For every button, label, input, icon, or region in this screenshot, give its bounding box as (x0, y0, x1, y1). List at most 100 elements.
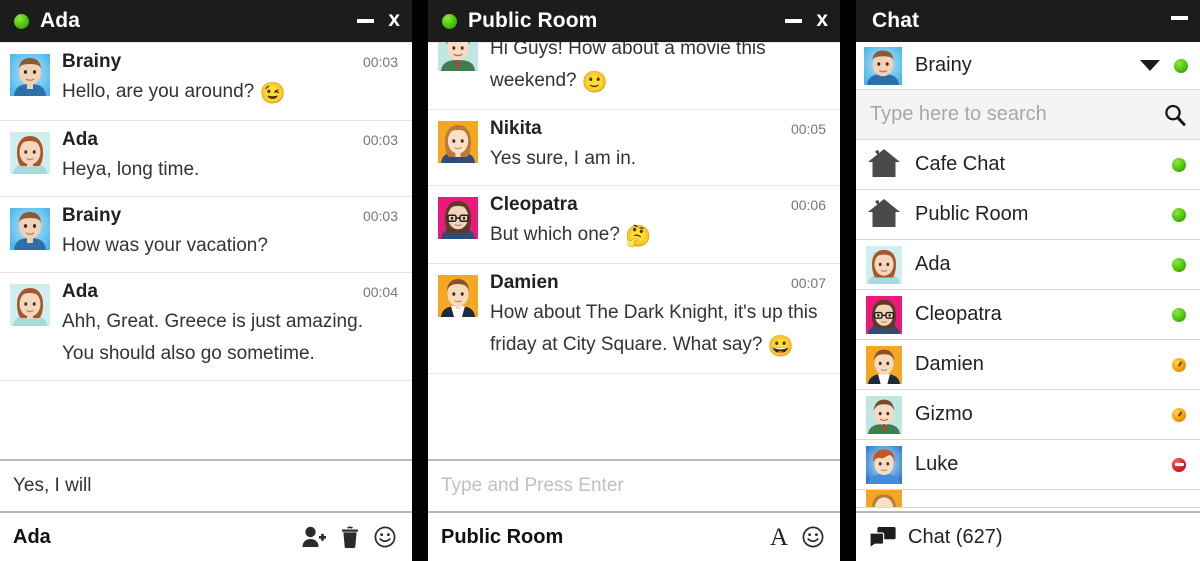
contact-item-partial[interactable] (856, 490, 1200, 508)
contact-name: Cafe Chat (915, 153, 1006, 175)
avatar-damien (866, 345, 902, 384)
contacts-footer-label: Chat (627) (908, 525, 1003, 548)
status-dot-away-icon (1172, 407, 1186, 422)
emoji-grin-icon: 😀 (767, 335, 794, 358)
status-dot-online-icon (1172, 257, 1186, 272)
window-footer-public-room: Public Room A (428, 511, 840, 561)
avatar-nikita (866, 490, 902, 507)
window-chat-ada: Ada x Brainy 00:03 Hello, are you around… (0, 0, 412, 561)
contact-item-cafe-chat[interactable]: Cafe Chat (856, 140, 1200, 190)
message-list-ada[interactable]: Brainy 00:03 Hello, are you around? 😉 Ad… (0, 42, 412, 459)
close-button[interactable]: x (388, 9, 400, 30)
message-list-public-room[interactable]: Hi Guys! How about a movie this weekend?… (428, 42, 840, 459)
contact-item-luke[interactable]: Luke (856, 440, 1200, 490)
contact-item-gizmo[interactable]: Gizmo (856, 390, 1200, 440)
message-sender: Brainy (62, 51, 122, 72)
footer-conversation-name: Ada (13, 525, 51, 548)
message-text: Heya, long time. (62, 159, 200, 180)
message-text: Hello, are you around? 😉 (62, 81, 286, 105)
contact-item-public-room[interactable]: Public Room (856, 190, 1200, 240)
room-icon (866, 146, 902, 184)
message-item: Nikita 00:05 Yes sure, I am in. (428, 110, 840, 186)
minimize-button[interactable] (357, 19, 375, 23)
contact-name: Cleopatra (915, 303, 1002, 325)
contact-name: Ada (915, 253, 951, 275)
current-user-name: Brainy (915, 54, 972, 76)
avatar-brainy (864, 46, 902, 85)
chat-app-stage: Ada x Brainy 00:03 Hello, are you around… (0, 0, 1200, 561)
message-item: Brainy 00:03 Hello, are you around? 😉 (0, 42, 412, 121)
smiley-icon[interactable] (374, 526, 396, 548)
message-sender: Damien (490, 272, 559, 293)
message-text: How about The Dark Knight, it's up this … (490, 302, 818, 358)
message-sender: Nikita (490, 118, 542, 139)
message-sender: Ada (62, 129, 98, 150)
window-title: Chat (872, 9, 920, 32)
chevron-down-icon[interactable] (1140, 60, 1160, 71)
avatar-damien (438, 275, 478, 317)
message-text: But which one? 🤔 (490, 224, 652, 248)
contact-item-damien[interactable]: Damien (856, 340, 1200, 390)
smiley-icon[interactable] (802, 526, 824, 548)
status-dot-icon (442, 13, 457, 29)
message-sender: Brainy (62, 205, 122, 226)
window-public-room: Public Room x Hi Guys! How about a movie… (428, 0, 840, 561)
emoji-thinking-icon: 🤔 (625, 225, 652, 248)
message-sender: Ada (62, 281, 98, 302)
avatar-ada (10, 284, 50, 326)
avatar-brainy (10, 208, 50, 250)
titlebar-public-room: Public Room x (428, 0, 840, 42)
contact-item-cleopatra[interactable]: Cleopatra (856, 290, 1200, 340)
search-icon[interactable] (1163, 103, 1187, 127)
status-dot-busy-icon (1172, 457, 1186, 472)
avatar-gizmo (866, 395, 902, 434)
compose-input-public-room[interactable]: Type and Press Enter (428, 459, 840, 511)
current-user-row[interactable]: Brainy (856, 42, 1200, 90)
message-text: How was your vacation? (62, 235, 268, 256)
status-dot-icon (14, 13, 29, 29)
contacts-footer[interactable]: Chat (627) (856, 511, 1200, 561)
status-dot-online-icon (1172, 207, 1186, 222)
contact-name: Damien (915, 353, 984, 375)
message-time: 00:03 (362, 54, 398, 70)
titlebar-contacts: Chat (856, 0, 1200, 42)
trash-icon[interactable] (340, 526, 360, 548)
message-item: Damien 00:07 How about The Dark Knight, … (428, 264, 840, 374)
contact-name: Luke (915, 453, 959, 475)
message-time: 00:03 (362, 208, 398, 224)
status-dot-away-icon (1172, 357, 1186, 372)
avatar-ada (866, 245, 902, 284)
window-contacts: Chat Brainy Type here to search Cafe Cha… (856, 0, 1200, 561)
message-item: Ada 00:04 Ahh, Great. Greece is just ama… (0, 273, 412, 381)
close-button[interactable]: x (816, 9, 828, 30)
compose-input-ada[interactable]: Yes, I will (0, 459, 412, 511)
contact-name: Gizmo (915, 403, 973, 425)
message-text: Yes sure, I am in. (490, 148, 637, 169)
window-gap (412, 0, 428, 561)
search-input[interactable] (870, 103, 1163, 126)
message-item: Cleopatra 00:06 But which one? 🤔 (428, 186, 840, 264)
emoji-wink-icon: 😉 (259, 82, 286, 105)
footer-conversation-name: Public Room (441, 525, 564, 548)
status-dot-online-icon (1172, 157, 1186, 172)
message-time: 00:06 (790, 197, 826, 213)
message-item-partial: Hi Guys! How about a movie this weekend?… (428, 42, 840, 110)
minimize-button[interactable] (785, 19, 803, 23)
avatar-ada (10, 132, 50, 174)
message-text: Ahh, Great. Greece is just amazing. You … (62, 311, 363, 364)
font-icon[interactable]: A (770, 525, 788, 550)
search-row[interactable] (856, 90, 1200, 140)
avatar-cleopatra (438, 197, 478, 239)
message-time: 00:07 (790, 275, 826, 291)
message-text: Hi Guys! How about a movie this weekend?… (490, 42, 766, 94)
room-icon (866, 196, 902, 234)
contact-item-ada[interactable]: Ada (856, 240, 1200, 290)
window-title: Public Room (468, 9, 598, 32)
avatar-brainy (10, 54, 50, 96)
avatar-gizmo (438, 42, 478, 71)
avatar-nikita (438, 121, 478, 163)
contact-list[interactable]: Cafe Chat Public Room Ada Cleopatra Dami… (856, 140, 1200, 511)
message-time: 00:05 (790, 121, 826, 137)
add-user-icon[interactable] (302, 526, 326, 548)
minimize-button[interactable] (1171, 15, 1188, 20)
